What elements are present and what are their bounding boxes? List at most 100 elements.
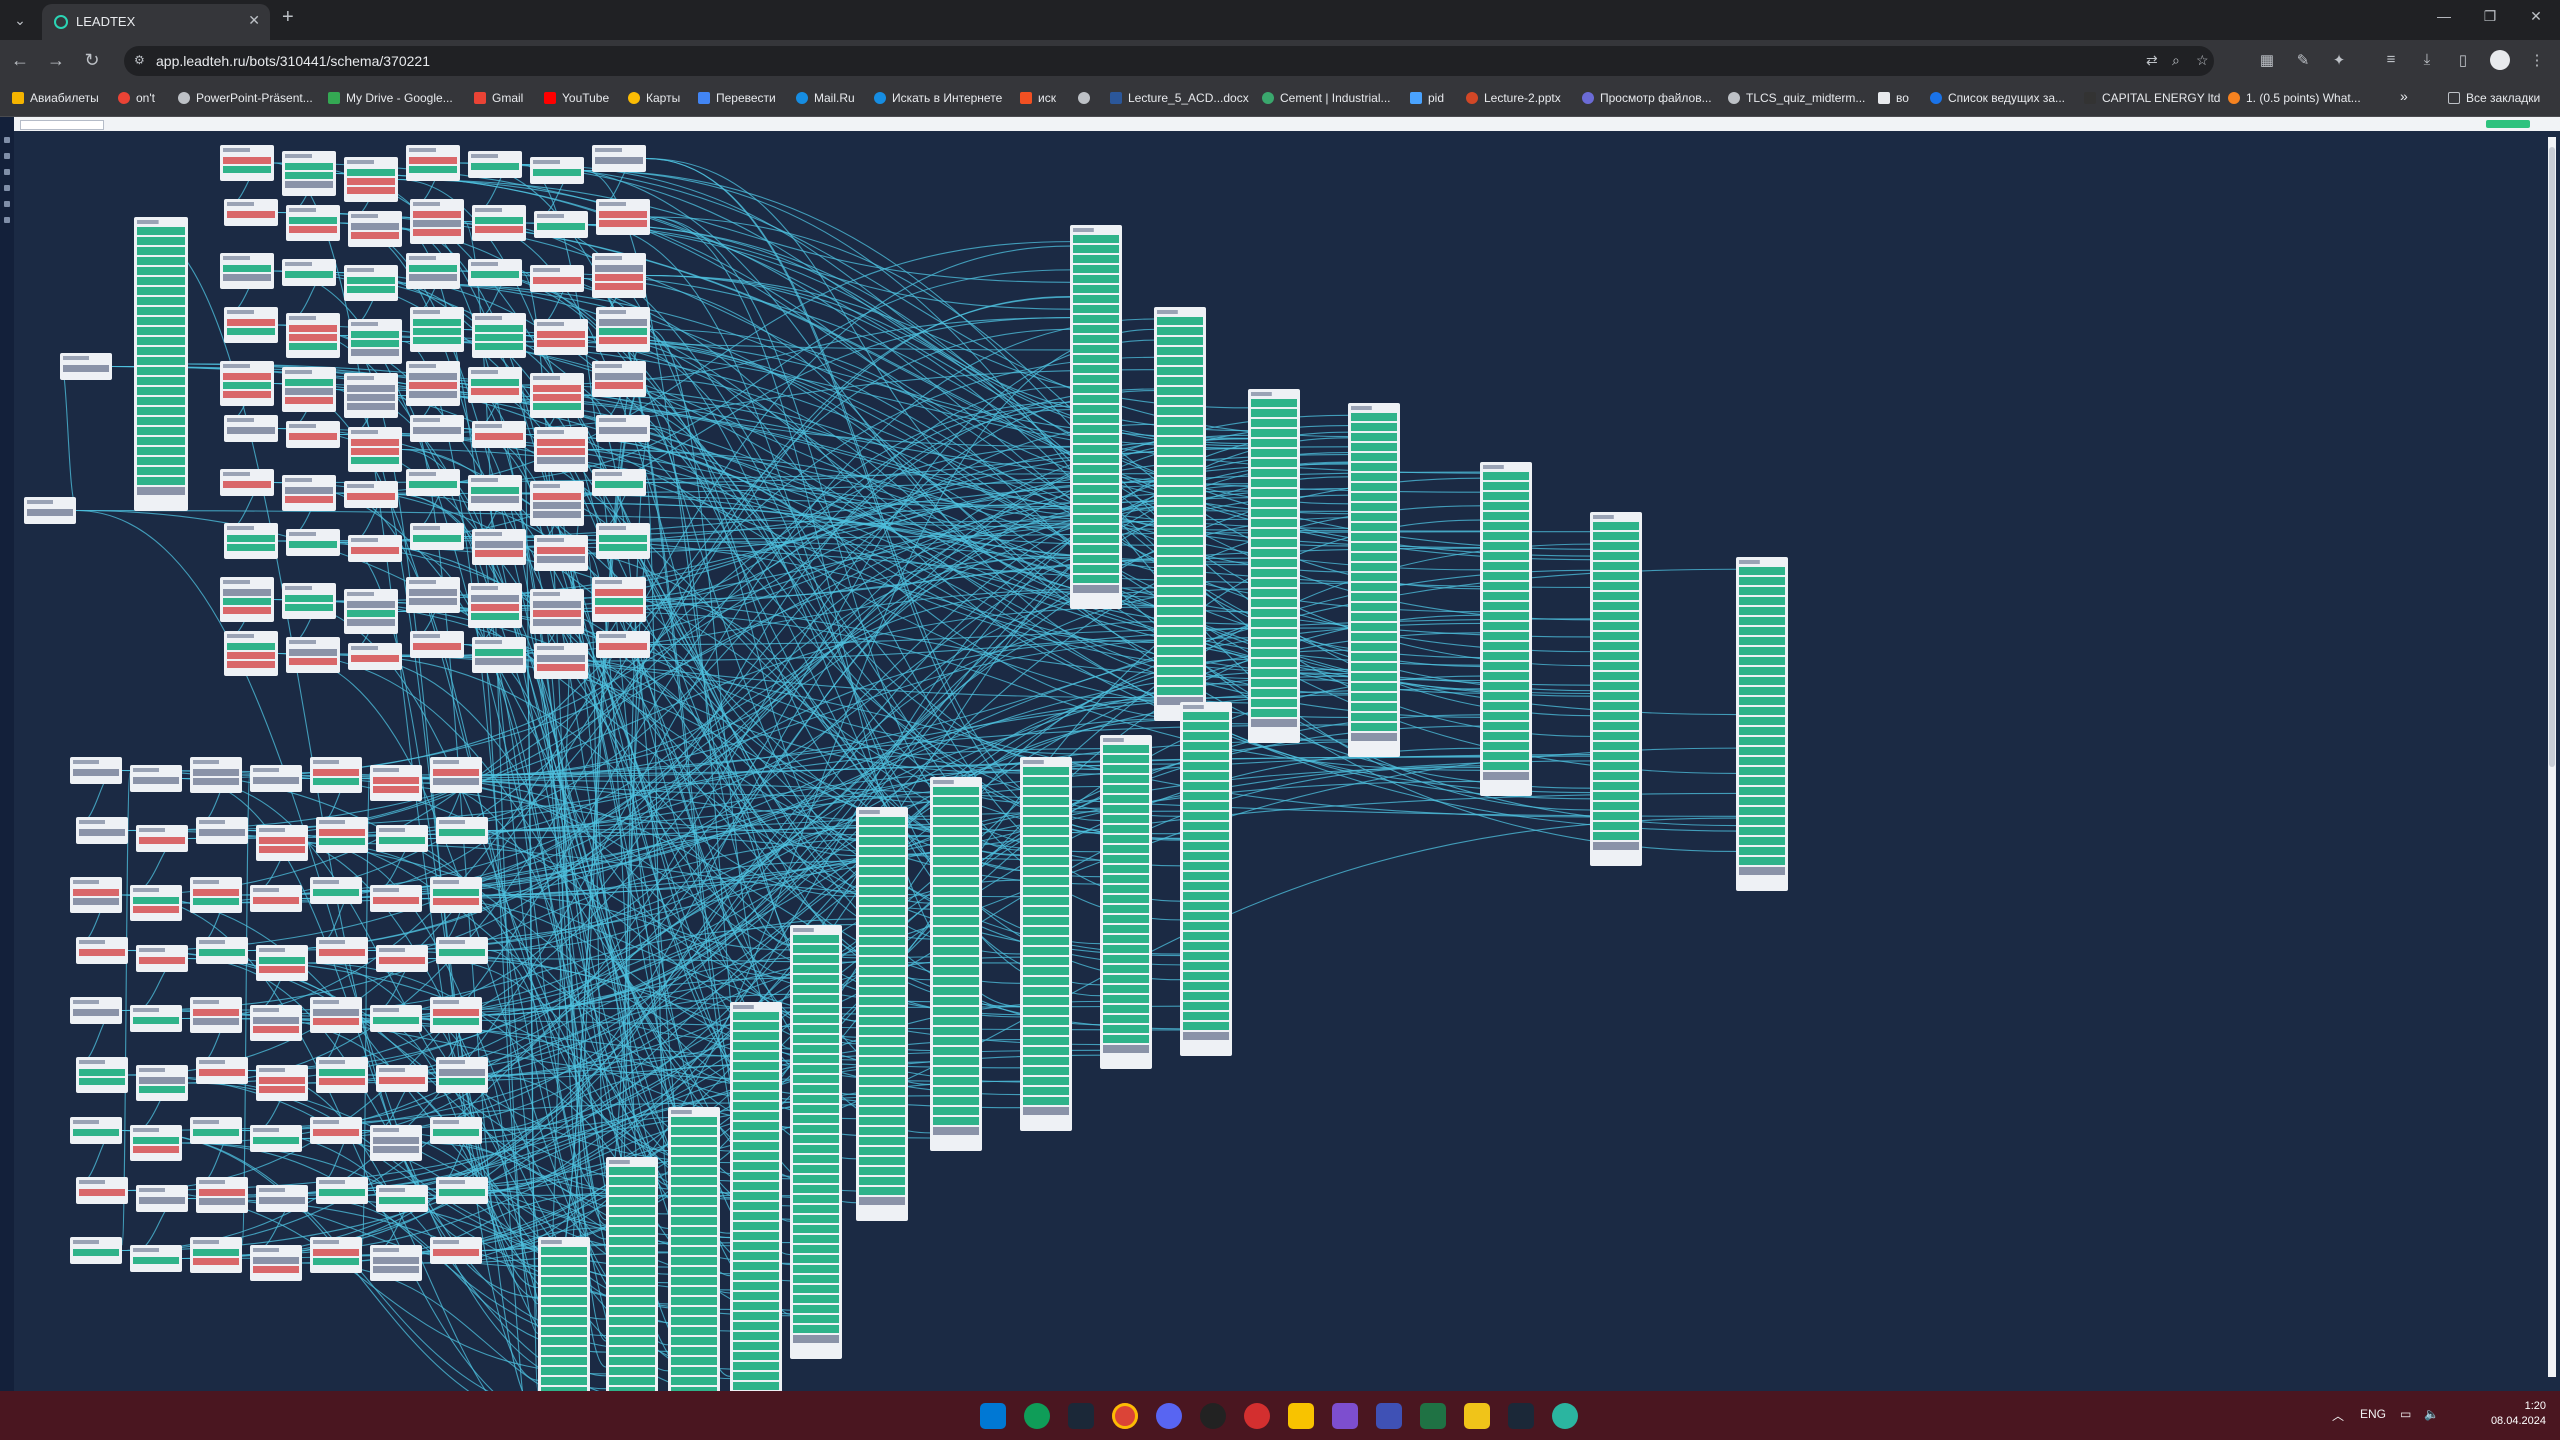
menu-option — [1023, 927, 1069, 935]
download-icon[interactable]: ⤓ — [2416, 51, 2438, 68]
visual-studio-icon[interactable] — [1332, 1403, 1358, 1429]
tab-search-button[interactable]: ⌄ — [6, 8, 34, 32]
bookmark-star-icon[interactable]: ☆ — [2196, 52, 2209, 69]
discord-icon[interactable] — [1156, 1403, 1182, 1429]
site-info-icon[interactable]: ⚙ — [134, 53, 148, 67]
menu-option — [1251, 469, 1297, 477]
zoom-icon[interactable]: ⌕ — [2172, 52, 2180, 69]
bookmark-item[interactable]: Список ведущих за... — [1930, 91, 2065, 105]
app-icon[interactable] — [1200, 1403, 1226, 1429]
globe-icon — [178, 92, 190, 104]
bookmark-item[interactable]: Карты — [628, 91, 680, 105]
close-window-button[interactable]: ✕ — [2524, 8, 2548, 25]
tool-icon[interactable] — [4, 217, 10, 223]
vertical-scrollbar[interactable] — [2548, 137, 2556, 1377]
menu-option — [541, 1317, 587, 1325]
save-status-badge[interactable] — [2486, 120, 2530, 128]
translate-icon[interactable]: ⇄ — [2146, 52, 2158, 69]
tool-icon[interactable] — [4, 137, 10, 143]
back-button[interactable]: ← — [8, 50, 32, 71]
bookmark-item[interactable]: pid — [1410, 91, 1444, 105]
edge-icon[interactable] — [1024, 1403, 1050, 1429]
more-bookmarks-button[interactable]: » — [2400, 88, 2408, 104]
bookmark-item[interactable]: Mail.Ru — [796, 91, 855, 105]
schema-search-input[interactable] — [20, 120, 104, 130]
tool-icon[interactable] — [4, 169, 10, 175]
node-title — [471, 370, 498, 374]
menu-option — [1103, 975, 1149, 983]
bookmark-item[interactable] — [1078, 91, 1096, 105]
clock[interactable]: 1:20 08.04.2024 — [2490, 1399, 2546, 1429]
bookmark-item[interactable]: Gmail — [474, 91, 523, 105]
forward-button[interactable]: → — [44, 50, 68, 71]
reload-button[interactable]: ↻ — [80, 50, 104, 71]
menu-kebab-icon[interactable]: ⋮ — [2526, 51, 2548, 69]
extension-icon[interactable]: ▦ — [2256, 51, 2278, 69]
active-tab[interactable]: LEADTEX ✕ — [42, 4, 270, 40]
node-title — [1023, 760, 1044, 764]
app-icon[interactable] — [1464, 1403, 1490, 1429]
tool-icon[interactable] — [4, 201, 10, 207]
pen-extension-icon[interactable]: ✎ — [2292, 51, 2314, 69]
bookmark-item[interactable]: Просмотр файлов... — [1582, 91, 1712, 105]
minimize-button[interactable]: — — [2432, 8, 2456, 24]
bookmark-item[interactable]: My Drive - Google... — [328, 91, 453, 105]
bookmark-item[interactable]: Искать в Интернете — [874, 91, 1002, 105]
app-icon[interactable] — [1376, 1403, 1402, 1429]
bookmark-item[interactable]: 1. (0.5 points) What... — [2228, 91, 2361, 105]
bookmark-item[interactable]: CAPITAL ENERGY ltd — [2084, 91, 2220, 105]
start-icon[interactable] — [980, 1403, 1006, 1429]
profile-avatar[interactable] — [2490, 50, 2510, 70]
media-icon[interactable]: ≡ — [2380, 51, 2402, 68]
extensions-puzzle-icon[interactable]: ✦ — [2328, 51, 2350, 69]
all-bookmarks-button[interactable]: Все закладки — [2448, 91, 2540, 105]
node-button — [227, 643, 275, 650]
excel-icon[interactable] — [1420, 1403, 1446, 1429]
node-title — [471, 154, 498, 158]
bookmark-item[interactable]: Cement | Industrial... — [1262, 91, 1391, 105]
menu-option — [1251, 499, 1297, 507]
restore-button[interactable]: ❐ — [2478, 8, 2502, 25]
menu-option — [1351, 483, 1397, 491]
bookmark-item[interactable]: YouTube — [544, 91, 609, 105]
app-icon[interactable] — [1552, 1403, 1578, 1429]
app-icon[interactable] — [1244, 1403, 1270, 1429]
bookmark-item[interactable]: Lecture_5_ACD...docx — [1110, 91, 1249, 105]
side-panel-icon[interactable]: ▯ — [2452, 51, 2474, 69]
menu-option — [733, 1122, 779, 1130]
bookmark-item[interactable]: TLCS_quiz_midterm... — [1728, 91, 1865, 105]
tool-icon[interactable] — [4, 153, 10, 159]
node-title — [347, 268, 374, 272]
bookmark-item[interactable]: on't — [118, 91, 155, 105]
tray-chevron-icon[interactable]: ︿ — [2332, 1407, 2344, 1424]
close-tab-icon[interactable]: ✕ — [248, 12, 260, 29]
menu-option — [137, 457, 185, 465]
file-explorer-icon[interactable] — [1288, 1403, 1314, 1429]
menu-option — [933, 1067, 979, 1075]
language-indicator[interactable]: ENG — [2360, 1407, 2386, 1421]
new-tab-button[interactable]: + — [282, 6, 294, 29]
bookmark-item[interactable]: во — [1878, 91, 1909, 105]
menu-option — [1073, 385, 1119, 393]
steam-icon[interactable] — [1068, 1403, 1094, 1429]
node-button — [285, 397, 333, 404]
steam-icon[interactable] — [1508, 1403, 1534, 1429]
bookmark-item[interactable]: PowerPoint-Präsent... — [178, 91, 313, 105]
menu-option — [1251, 709, 1297, 717]
bookmark-item[interactable]: Авиабилеты — [12, 91, 99, 105]
node-button — [413, 220, 461, 227]
volume-icon[interactable]: 🔈 — [2424, 1407, 2439, 1421]
bookmark-item[interactable]: Lecture-2.pptx — [1466, 91, 1561, 105]
chrome-icon[interactable] — [1112, 1403, 1138, 1429]
menu-option — [1593, 592, 1639, 600]
node-title — [541, 1240, 562, 1244]
bookmark-item[interactable]: иск — [1020, 91, 1056, 105]
bookmark-item[interactable]: Перевести — [698, 91, 776, 105]
scrollbar-thumb[interactable] — [2549, 147, 2555, 767]
schema-canvas[interactable] — [0, 117, 2560, 1391]
address-bar[interactable]: ⚙ app.leadteh.ru/bots/310441/schema/3702… — [124, 46, 2214, 76]
network-icon[interactable]: ▭ — [2400, 1407, 2411, 1421]
menu-option — [671, 1147, 717, 1155]
node-title — [599, 634, 626, 638]
tool-icon[interactable] — [4, 185, 10, 191]
